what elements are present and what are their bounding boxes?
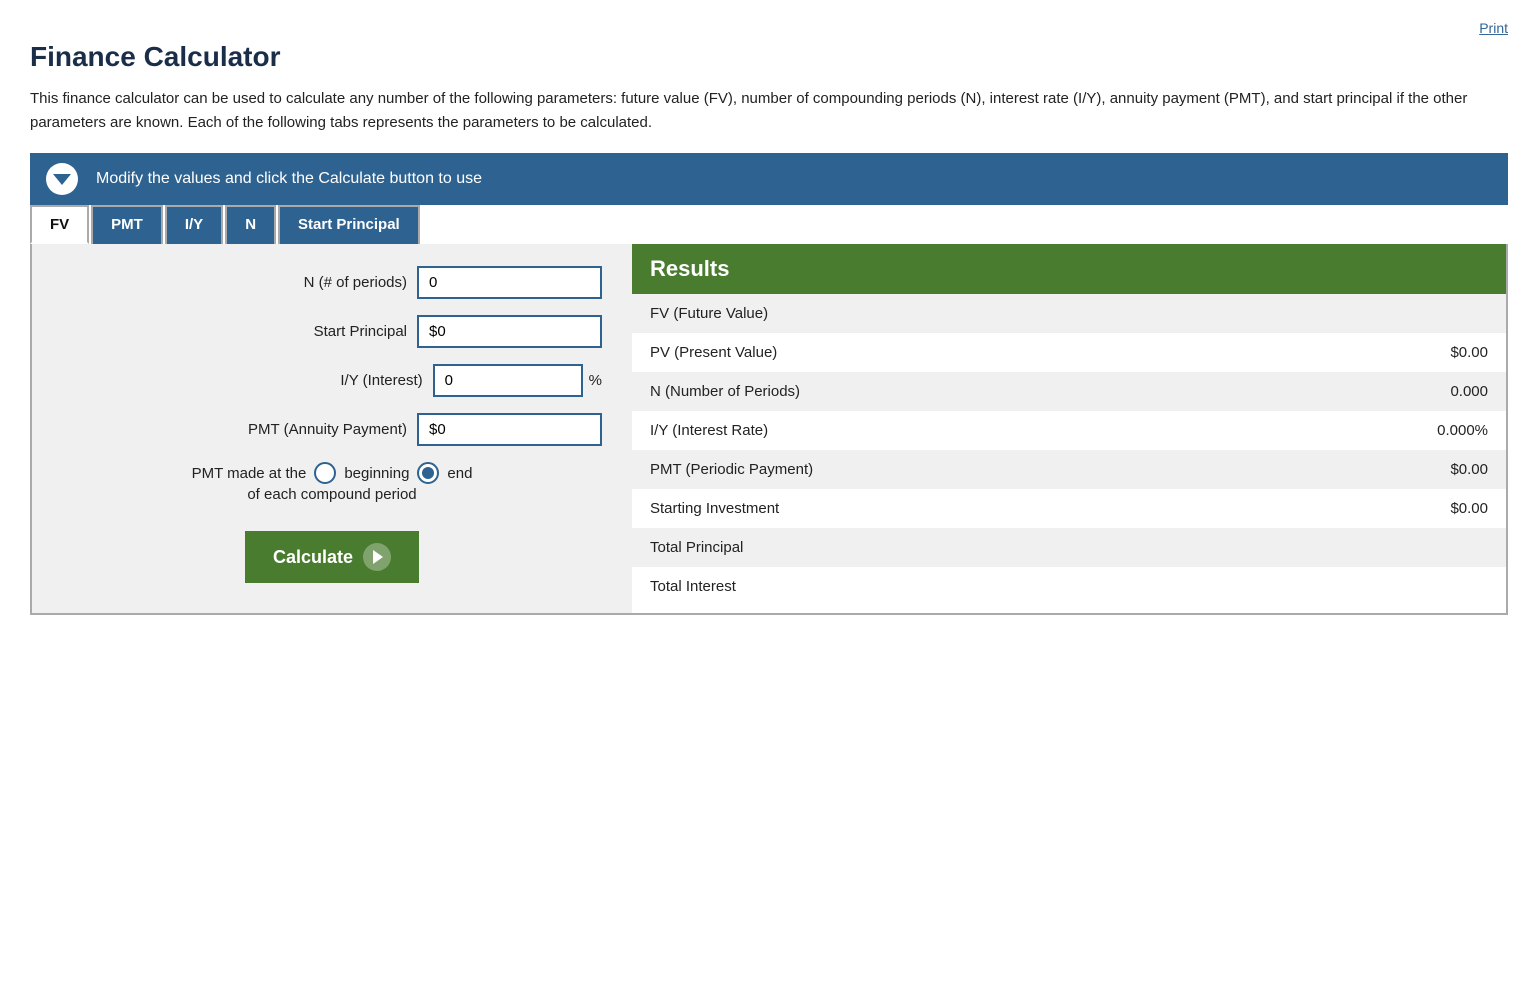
table-row: FV (Future Value) <box>632 294 1506 333</box>
radio-beginning[interactable] <box>314 462 336 484</box>
form-row-n-periods: N (# of periods) <box>62 266 602 299</box>
tab-pmt[interactable]: PMT <box>91 205 163 244</box>
page-title: Finance Calculator <box>30 41 1508 73</box>
tab-iy[interactable]: I/Y <box>165 205 223 244</box>
pmt-timing-row: PMT made at the beginning end of each co… <box>62 462 602 503</box>
result-label: I/Y (Interest Rate) <box>632 411 1241 450</box>
description: This finance calculator can be used to c… <box>30 87 1508 135</box>
form-row-iy: I/Y (Interest) % <box>62 364 602 397</box>
tab-fv[interactable]: FV <box>30 205 89 244</box>
input-pmt[interactable] <box>417 413 602 446</box>
label-n-periods: N (# of periods) <box>304 274 407 291</box>
input-start-principal[interactable] <box>417 315 602 348</box>
result-label: Total Interest <box>632 567 1241 606</box>
results-header: Results <box>632 244 1506 294</box>
instruction-bar: Modify the values and click the Calculat… <box>30 153 1508 205</box>
print-link[interactable]: Print <box>1479 20 1508 36</box>
label-start-principal: Start Principal <box>314 323 407 340</box>
calculate-label: Calculate <box>273 547 353 568</box>
calculate-arrow-icon <box>363 543 391 571</box>
form-row-pmt: PMT (Annuity Payment) <box>62 413 602 446</box>
dropdown-icon[interactable] <box>46 163 78 195</box>
input-iy[interactable] <box>433 364 583 397</box>
table-row: Total Interest <box>632 567 1506 606</box>
tab-bar: FV PMT I/Y N Start Principal <box>30 205 1508 244</box>
iy-input-group: % <box>433 364 602 397</box>
result-value <box>1241 294 1507 333</box>
main-content: N (# of periods) Start Principal I/Y (In… <box>30 244 1508 615</box>
table-row: PMT (Periodic Payment)$0.00 <box>632 450 1506 489</box>
result-value <box>1241 567 1507 606</box>
result-label: N (Number of Periods) <box>632 372 1241 411</box>
label-iy: I/Y (Interest) <box>340 372 422 389</box>
calculate-button[interactable]: Calculate <box>245 531 419 583</box>
pmt-beginning-label: beginning <box>344 465 409 482</box>
pmt-end-label: end <box>447 465 472 482</box>
result-value: 0.000 <box>1241 372 1507 411</box>
label-pmt: PMT (Annuity Payment) <box>248 421 407 438</box>
result-label: Starting Investment <box>632 489 1241 528</box>
result-label: Total Principal <box>632 528 1241 567</box>
table-row: PV (Present Value)$0.00 <box>632 333 1506 372</box>
result-label: PMT (Periodic Payment) <box>632 450 1241 489</box>
tab-start-principal[interactable]: Start Principal <box>278 205 420 244</box>
table-row: Starting Investment$0.00 <box>632 489 1506 528</box>
result-value <box>1241 528 1507 567</box>
results-table: FV (Future Value)PV (Present Value)$0.00… <box>632 294 1506 606</box>
pmt-subtext: of each compound period <box>247 486 416 503</box>
radio-end[interactable] <box>417 462 439 484</box>
form-row-start-principal: Start Principal <box>62 315 602 348</box>
result-label: PV (Present Value) <box>632 333 1241 372</box>
result-value: $0.00 <box>1241 333 1507 372</box>
result-label: FV (Future Value) <box>632 294 1241 333</box>
left-panel: N (# of periods) Start Principal I/Y (In… <box>32 244 632 613</box>
tab-n[interactable]: N <box>225 205 276 244</box>
table-row: Total Principal <box>632 528 1506 567</box>
radio-line: PMT made at the beginning end <box>192 462 473 484</box>
right-panel: Results FV (Future Value)PV (Present Val… <box>632 244 1506 613</box>
result-value: $0.00 <box>1241 450 1507 489</box>
result-value: 0.000% <box>1241 411 1507 450</box>
instruction-text: Modify the values and click the Calculat… <box>96 170 482 188</box>
pmt-timing-label: PMT made at the <box>192 465 307 482</box>
input-n-periods[interactable] <box>417 266 602 299</box>
calculate-button-wrapper: Calculate <box>62 521 602 583</box>
table-row: I/Y (Interest Rate)0.000% <box>632 411 1506 450</box>
iy-suffix: % <box>589 372 602 389</box>
table-row: N (Number of Periods)0.000 <box>632 372 1506 411</box>
result-value: $0.00 <box>1241 489 1507 528</box>
